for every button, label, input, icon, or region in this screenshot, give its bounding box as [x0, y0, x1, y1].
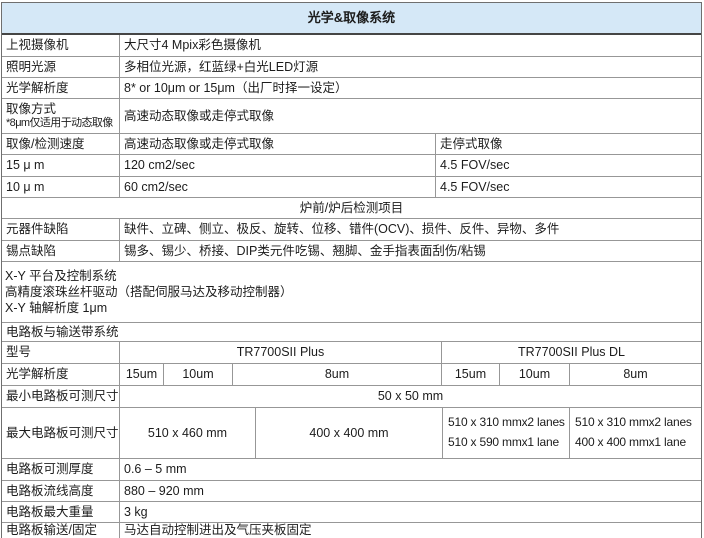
max-size-dl-15-10um-line1: 510 x 310 mmx2 lanes: [448, 416, 565, 430]
max-size-plus-8um: 400 x 400 mm: [256, 408, 443, 458]
max-size-dl-15-10um-line2: 510 x 590 mmx1 lane: [448, 436, 559, 450]
speed-15um-dynamic: 120 cm2/sec: [120, 155, 436, 176]
min-board-size-label: 最小电路板可测尺寸: [2, 386, 120, 407]
res-dl-8um: 8um: [570, 364, 701, 385]
res-plus-15um: 15um: [120, 364, 164, 385]
table-row: 锡点缺陷 锡多、锡少、桥接、DIP类元件吃锡、翘脚、金手指表面刮伤/粘锡: [2, 241, 701, 262]
table-row: 电路板输送/固定 马达自动控制进出及气压夹板固定: [2, 523, 701, 538]
spec-table: 光学&取像系统 上视摄像机 大尺寸4 Mpix彩色摄像机 照明光源 多相位光源，…: [1, 2, 702, 538]
line-height-value: 880 – 920 mm: [120, 481, 701, 501]
res-dl-15um: 15um: [442, 364, 500, 385]
component-defects-value: 缺件、立碑、侧立、极反、旋转、位移、错件(OCV)、损件、反件、异物、多件: [120, 219, 701, 240]
min-board-size-value: 50 x 50 mm: [120, 386, 701, 407]
xy-platform-block: X-Y 平台及控制系统 高精度滚珠丝杆驱动（搭配伺服马达及移动控制器） X-Y …: [2, 262, 701, 322]
max-size-plus-15-10um: 510 x 460 mm: [120, 408, 256, 458]
board-thickness-value: 0.6 – 5 mm: [120, 459, 701, 480]
table-row: 15 μ m 120 cm2/sec 4.5 FOV/sec: [2, 155, 701, 177]
board-thickness-label: 电路板可测厚度: [2, 459, 120, 480]
section-row: 炉前/炉后检测项目: [2, 198, 701, 219]
xy-platform-line-1: X-Y 平台及控制系统: [5, 268, 117, 284]
imaging-mode-label: 取像方式: [6, 102, 56, 116]
light-source-value: 多相位光源，红蓝绿+白光LED灯源: [120, 57, 701, 77]
board-resolution-label: 光学解析度: [2, 364, 120, 385]
section-row: 电路板与输送带系统: [2, 323, 701, 342]
imaging-mode-value: 高速动态取像或走停式取像: [120, 99, 701, 133]
table-row: 元器件缺陷 缺件、立碑、侧立、极反、旋转、位移、错件(OCV)、损件、反件、异物…: [2, 219, 701, 241]
table-row: 电路板流线高度 880 – 920 mm: [2, 481, 701, 502]
speed-10um-dynamic: 60 cm2/sec: [120, 177, 436, 197]
max-weight-label: 电路板最大重量: [2, 502, 120, 522]
optical-resolution-label: 光学解析度: [2, 78, 120, 98]
top-camera-value: 大尺寸4 Mpix彩色摄像机: [120, 35, 701, 56]
min-board-size-row: 最小电路板可测尺寸 50 x 50 mm: [2, 386, 701, 408]
xy-platform-line-2: 高精度滚珠丝杆驱动（搭配伺服马达及移动控制器）: [5, 284, 293, 300]
table-row: 照明光源 多相位光源，红蓝绿+白光LED灯源: [2, 57, 701, 78]
speed-header-dynamic: 高速动态取像或走停式取像: [120, 134, 436, 154]
speed-15um-stepper: 4.5 FOV/sec: [436, 155, 701, 176]
light-source-label: 照明光源: [2, 57, 120, 77]
xy-platform-line-3: X-Y 轴解析度 1μm: [5, 300, 107, 316]
table-row: 电路板最大重量 3 kg: [2, 502, 701, 523]
section-title-board-system: 电路板与输送带系统: [2, 323, 701, 341]
table-row: 上视摄像机 大尺寸4 Mpix彩色摄像机: [2, 35, 701, 57]
optical-resolution-value: 8* or 10μm or 15μm（出厂时择一设定）: [120, 78, 701, 98]
xy-platform-row: X-Y 平台及控制系统 高精度滚珠丝杆驱动（搭配伺服马达及移动控制器） X-Y …: [2, 262, 701, 323]
speed-header-label: 取像/检测速度: [2, 134, 120, 154]
max-size-dl-8um-line1: 510 x 310 mmx2 lanes: [575, 416, 692, 430]
solder-defects-value: 锡多、锡少、桥接、DIP类元件吃锡、翘脚、金手指表面刮伤/粘锡: [120, 241, 701, 261]
speed-header-stepper: 走停式取像: [436, 134, 701, 154]
model-plus: TR7700SII Plus: [120, 342, 442, 363]
res-dl-10um: 10um: [500, 364, 570, 385]
max-size-dl-15-10um: 510 x 310 mmx2 lanes 510 x 590 mmx1 lane: [443, 408, 570, 458]
imaging-mode-label-cell: 取像方式 *8μm仅适用于动态取像: [2, 99, 120, 133]
top-camera-label: 上视摄像机: [2, 35, 120, 56]
line-height-label: 电路板流线高度: [2, 481, 120, 501]
table-row: 取像/检测速度 高速动态取像或走停式取像 走停式取像: [2, 134, 701, 155]
table-title: 光学&取像系统: [2, 3, 701, 33]
max-board-size-row: 最大电路板可测尺寸 510 x 460 mm 400 x 400 mm 510 …: [2, 408, 701, 459]
component-defects-label: 元器件缺陷: [2, 219, 120, 240]
max-size-dl-8um: 510 x 310 mmx2 lanes 400 x 400 mmx1 lane: [570, 408, 701, 458]
speed-15um-label: 15 μ m: [2, 155, 120, 176]
model-row: 型号 TR7700SII Plus TR7700SII Plus DL: [2, 342, 701, 364]
res-plus-10um: 10um: [164, 364, 233, 385]
imaging-mode-note: *8μm仅适用于动态取像: [6, 117, 113, 130]
max-size-dl-8um-line2: 400 x 400 mmx1 lane: [575, 436, 686, 450]
table-row: 电路板可测厚度 0.6 – 5 mm: [2, 459, 701, 481]
board-transport-value: 马达自动控制进出及气压夹板固定: [120, 523, 701, 538]
table-row: 10 μ m 60 cm2/sec 4.5 FOV/sec: [2, 177, 701, 198]
max-board-size-label: 最大电路板可测尺寸: [2, 408, 120, 458]
board-transport-label: 电路板输送/固定: [2, 523, 120, 538]
speed-10um-stepper: 4.5 FOV/sec: [436, 177, 701, 197]
solder-defects-label: 锡点缺陷: [2, 241, 120, 261]
table-title-row: 光学&取像系统: [2, 3, 701, 35]
table-row: 光学解析度 8* or 10μm or 15μm（出厂时择一设定）: [2, 78, 701, 99]
res-plus-8um: 8um: [233, 364, 442, 385]
speed-10um-label: 10 μ m: [2, 177, 120, 197]
table-row: 取像方式 *8μm仅适用于动态取像 高速动态取像或走停式取像: [2, 99, 701, 134]
resolution-row: 光学解析度 15um 10um 8um 15um 10um 8um: [2, 364, 701, 386]
section-title-inspection-items: 炉前/炉后检测项目: [2, 198, 701, 218]
max-weight-value: 3 kg: [120, 502, 701, 522]
model-plus-dl: TR7700SII Plus DL: [442, 342, 701, 363]
model-label: 型号: [2, 342, 120, 363]
